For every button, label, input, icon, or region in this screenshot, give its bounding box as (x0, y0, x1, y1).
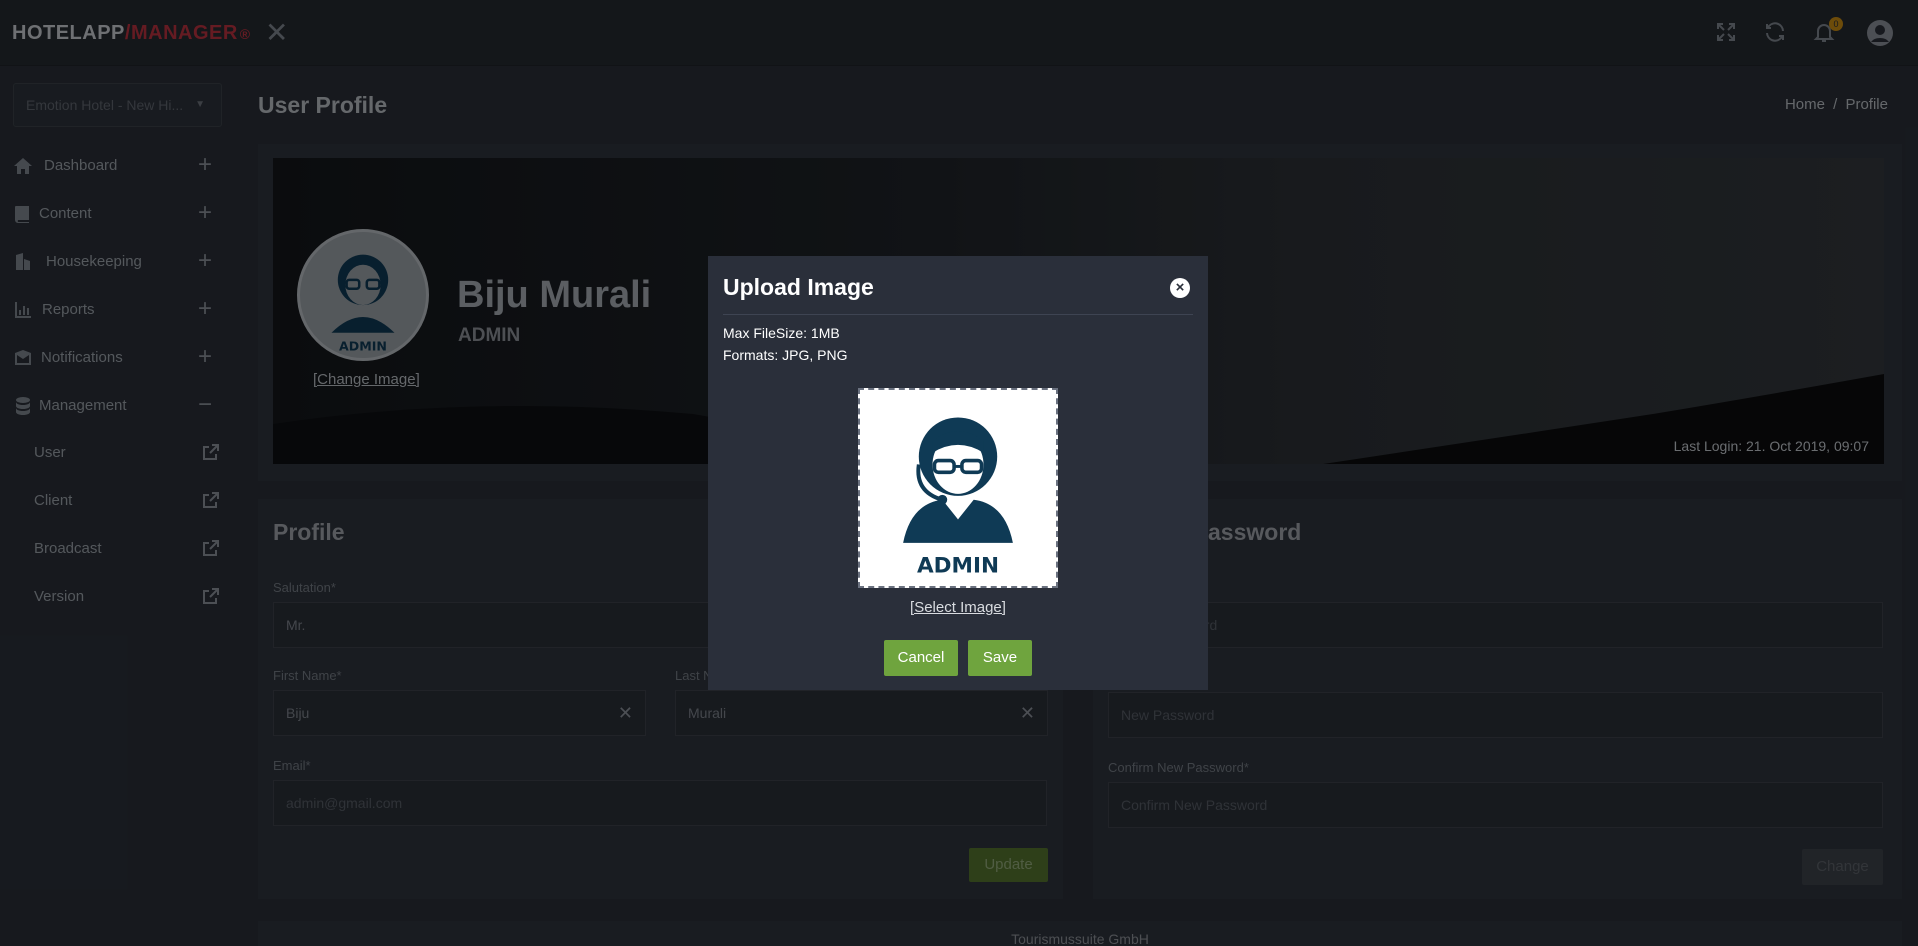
save-button[interactable]: Save (968, 640, 1032, 676)
close-icon[interactable]: × (1170, 278, 1190, 298)
image-preview[interactable]: ADMIN (858, 388, 1058, 588)
admin-avatar-image: ADMIN (903, 417, 1013, 578)
max-filesize-text: Max FileSize: 1MB (723, 325, 840, 341)
modal-divider (723, 314, 1193, 315)
upload-image-modal: Upload Image × Max FileSize: 1MB Formats… (708, 256, 1208, 690)
modal-title: Upload Image (723, 274, 874, 300)
preview-admin-text: ADMIN (917, 553, 999, 578)
formats-text: Formats: JPG, PNG (723, 347, 848, 363)
cancel-button[interactable]: Cancel (884, 640, 958, 676)
select-image-link[interactable]: [Select Image] (708, 599, 1208, 616)
